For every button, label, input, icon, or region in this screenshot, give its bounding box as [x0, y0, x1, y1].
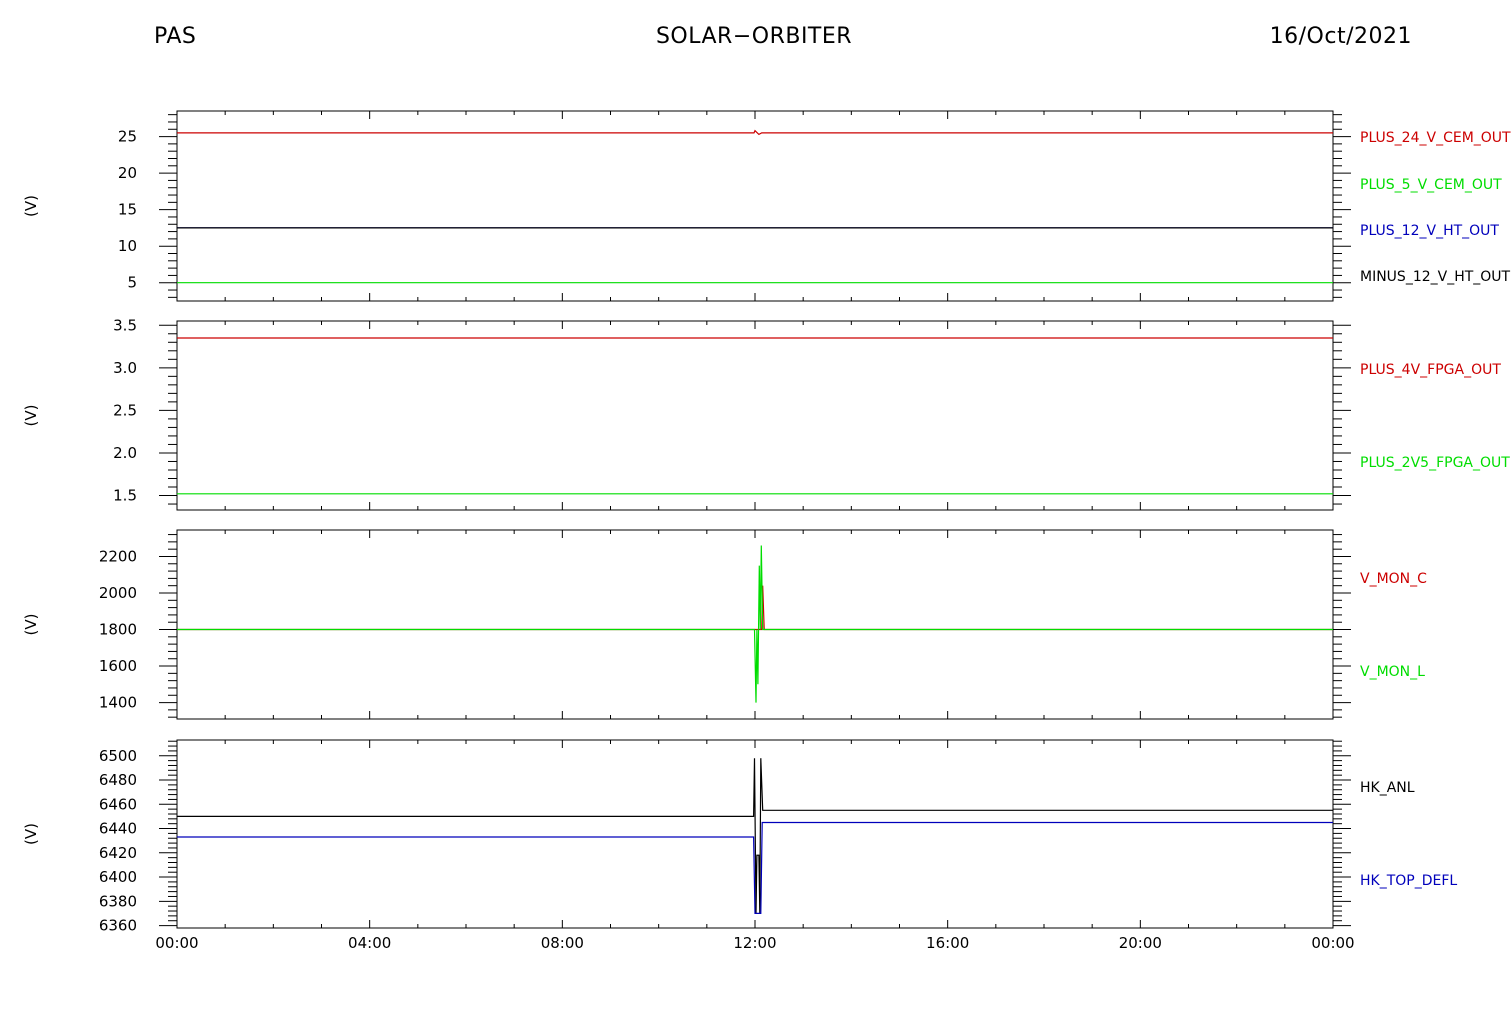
y-tick-label: 2.5: [113, 401, 137, 419]
legend-entry-plus-4v-fpga-out: PLUS_4V_FPGA_OUT: [1360, 362, 1501, 378]
y-axis-label: (V): [22, 823, 40, 845]
y-tick-label: 10: [118, 237, 137, 255]
series-line-plus-24-v-cem-out: [177, 129, 1333, 136]
x-tick-label: 08:00: [541, 934, 584, 952]
y-tick-label: 15: [118, 201, 137, 219]
y-axis-label: (V): [22, 405, 40, 427]
x-tick-label: 04:00: [348, 934, 391, 952]
y-tick-label: 5: [127, 274, 137, 292]
y-tick-label: 2000: [99, 584, 137, 602]
y-tick-label: 6500: [99, 747, 137, 765]
y-tick-label: 6420: [99, 844, 137, 862]
y-tick-label: 6360: [99, 917, 137, 935]
legend-entry-plus-24-v-cem-out: PLUS_24_V_CEM_OUT: [1360, 130, 1511, 146]
panel-3: 1400 1600 1800 2000 2200 (V) V_MON_C V_MON_L: [22, 529, 1427, 720]
legend-entry-minus-12-v-ht-out: MINUS_12_V_HT_OUT: [1360, 269, 1511, 285]
legend-entry-v-mon-l: V_MON_L: [1360, 664, 1425, 680]
y-tick-label: 6460: [99, 795, 137, 813]
y-tick-label: 3.0: [113, 359, 137, 377]
y-tick-label: 1800: [99, 621, 137, 639]
panel-frame: [176, 110, 1334, 302]
y-tick-label: 6440: [99, 820, 137, 838]
panel-4: 6360 6380 6400 6420 6440 6460 6480 6500 (V) HK_AN…: [22, 739, 1457, 952]
legend-entry-hk-anl: HK_ANL: [1360, 780, 1415, 796]
y-tick-label: 2.0: [113, 444, 137, 462]
legend-entry-plus-5-v-cem-out: PLUS_5_V_CEM_OUT: [1360, 177, 1502, 193]
legend-entry-hk-top-defl: HK_TOP_DEFL: [1360, 873, 1457, 889]
x-tick-label: 16:00: [926, 934, 969, 952]
y-tick-label: 1400: [99, 694, 137, 712]
legend-entry-plus-2v5-fpga-out: PLUS_2V5_FPGA_OUT: [1360, 455, 1510, 471]
panel-2: 1.5 2.0 2.5 3.0 3.5 (V) PLUS_4V_FPGA_OUT PLUS_2…: [22, 316, 1510, 511]
housekeeping-chart: 5 10 15 20 25 (V) PLUS_24_V_CEM_OUT PLUS_5_V_CE…: [22, 110, 1511, 952]
x-tick-label: 12:00: [733, 934, 776, 952]
panel-frame: [176, 529, 1334, 720]
legend-entry-plus-12-v-ht-out: PLUS_12_V_HT_OUT: [1360, 223, 1499, 239]
y-tick-label: 2200: [99, 547, 137, 565]
y-tick-label: 6480: [99, 771, 137, 789]
x-tick-label: 20:00: [1119, 934, 1162, 952]
panel-1: 5 10 15 20 25 (V) PLUS_24_V_CEM_OUT PLUS_5_V_CE…: [22, 110, 1511, 302]
panel-frame: [176, 320, 1334, 511]
y-tick-label: 1600: [99, 657, 137, 675]
y-tick-label: 6400: [99, 868, 137, 886]
x-tick-label: 00:00: [155, 934, 198, 952]
y-tick-label: 20: [118, 164, 137, 182]
y-tick-label: 1.5: [113, 487, 137, 505]
y-tick-label: 25: [118, 128, 137, 146]
y-tick-label: 3.5: [113, 316, 137, 334]
x-tick-label: 00:00: [1311, 934, 1354, 952]
y-axis-label: (V): [22, 195, 40, 217]
y-axis-label: (V): [22, 614, 40, 636]
y-tick-label: 6380: [99, 892, 137, 910]
series-line-v-mon-l: [177, 545, 1333, 703]
legend-entry-v-mon-c: V_MON_C: [1360, 571, 1427, 587]
series-line-v-mon-c: [177, 585, 1333, 631]
